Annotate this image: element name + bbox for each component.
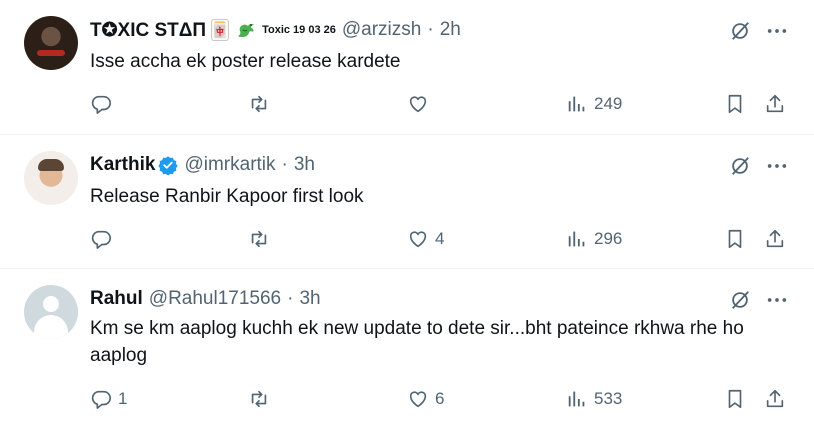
action-bar: 249 xyxy=(0,91,814,117)
share-button[interactable] xyxy=(764,226,786,252)
share-button[interactable] xyxy=(764,91,786,117)
like-button[interactable]: 6 xyxy=(407,386,444,412)
views-count: 249 xyxy=(594,94,623,113)
views-count: 296 xyxy=(594,229,623,248)
views-count: 533 xyxy=(594,389,623,408)
mahjong-icon: 🀄 xyxy=(210,19,230,41)
grok-icon[interactable] xyxy=(729,155,751,177)
separator-dot: · xyxy=(427,19,434,40)
reply-button[interactable]: 1 xyxy=(90,386,127,412)
default-avatar-head xyxy=(43,296,59,312)
retweet-button[interactable] xyxy=(248,226,270,252)
bookmark-button[interactable] xyxy=(724,226,746,252)
reply-2[interactable]: Karthik @imrkartik · 3h Release Ranbir K… xyxy=(0,135,814,269)
reply-3[interactable]: Rahul @Rahul171566 · 3h Km se km aaplog … xyxy=(0,269,814,430)
heart-icon xyxy=(409,96,427,113)
more-icon[interactable] xyxy=(766,20,788,42)
name-tag: Toxic 19 03 26 xyxy=(262,24,336,36)
default-avatar-body xyxy=(34,315,68,339)
views-icon xyxy=(568,391,585,407)
replies-feed: T✪XIC STΔП 🀄 Toxic 19 03 26 @arzizsh · 2… xyxy=(0,0,814,430)
more-icon[interactable] xyxy=(766,289,788,311)
share-icon xyxy=(766,229,784,248)
display-name[interactable]: Karthik xyxy=(90,154,155,176)
handle[interactable]: @Rahul171566 xyxy=(149,288,281,310)
views-icon xyxy=(568,231,585,247)
handle[interactable]: @arzizsh xyxy=(342,19,421,41)
more-icon[interactable] xyxy=(766,155,788,177)
reply-text: Isse accha ek poster release kardete xyxy=(90,51,401,72)
reply-icon xyxy=(91,95,111,114)
display-name[interactable]: Rahul xyxy=(90,288,143,310)
timestamp[interactable]: 3h xyxy=(299,288,320,310)
like-count: 6 xyxy=(435,389,445,408)
reply-button[interactable] xyxy=(90,91,118,117)
views-icon xyxy=(568,96,585,112)
like-button[interactable] xyxy=(407,91,435,117)
retweet-icon xyxy=(251,230,267,248)
bookmark-button[interactable] xyxy=(724,91,746,117)
timestamp[interactable]: 3h xyxy=(294,154,315,176)
grok-icon[interactable] xyxy=(729,289,751,311)
timestamp[interactable]: 2h xyxy=(440,19,461,41)
reply-icon xyxy=(91,390,111,409)
share-icon xyxy=(766,94,784,113)
separator-dot: · xyxy=(287,288,294,309)
verified-icon xyxy=(158,155,179,175)
avatar[interactable] xyxy=(24,151,78,205)
views-button[interactable]: 533 xyxy=(566,386,622,412)
reply-icon xyxy=(91,230,111,249)
heart-icon xyxy=(409,231,427,248)
reply-button[interactable] xyxy=(90,226,118,252)
separator-dot: · xyxy=(281,154,288,175)
reply-text: Release Ranbir Kapoor first look xyxy=(90,186,364,207)
display-name[interactable]: T✪XIC STΔП xyxy=(90,19,206,42)
like-count: 4 xyxy=(435,229,445,248)
bookmark-button[interactable] xyxy=(724,386,746,412)
retweet-icon xyxy=(251,95,267,113)
views-button[interactable]: 296 xyxy=(566,226,622,252)
reply-header: Karthik @imrkartik · 3h xyxy=(90,154,315,176)
share-button[interactable] xyxy=(764,386,786,412)
reply-header: T✪XIC STΔП 🀄 Toxic 19 03 26 @arzizsh · 2… xyxy=(90,19,461,41)
action-bar: 1 6 533 xyxy=(0,386,814,412)
avatar[interactable] xyxy=(24,285,78,339)
avatar[interactable] xyxy=(24,16,78,70)
heart-icon xyxy=(409,391,427,408)
reply-count: 1 xyxy=(118,389,128,408)
handle[interactable]: @imrkartik xyxy=(184,154,275,176)
reply-1[interactable]: T✪XIC STΔП 🀄 Toxic 19 03 26 @arzizsh · 2… xyxy=(0,0,814,135)
bookmark-icon xyxy=(728,94,742,114)
reply-header: Rahul @Rahul171566 · 3h xyxy=(90,288,321,310)
bookmark-icon xyxy=(728,389,742,409)
action-bar: 4 296 xyxy=(0,226,814,252)
grok-icon[interactable] xyxy=(729,20,751,42)
dragon-icon xyxy=(234,19,258,41)
retweet-icon xyxy=(251,390,267,408)
share-icon xyxy=(766,389,784,408)
views-button[interactable]: 249 xyxy=(566,91,622,117)
bookmark-icon xyxy=(728,229,742,249)
retweet-button[interactable] xyxy=(248,91,270,117)
like-button[interactable]: 4 xyxy=(407,226,444,252)
retweet-button[interactable] xyxy=(248,386,270,412)
reply-text: Km se km aaplog kuchh ek new update to d… xyxy=(90,318,744,366)
